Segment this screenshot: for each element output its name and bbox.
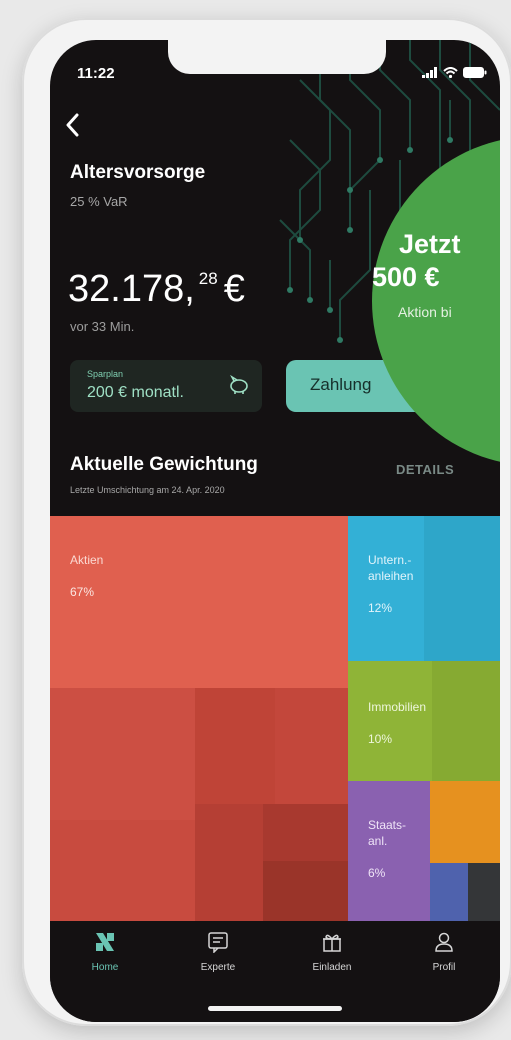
promo-note: Aktion bi [398,304,452,320]
tile-staatsanleihen-name: Staats- anl. [368,818,407,848]
tile-immobilien[interactable]: Immobilien 10% [348,661,500,781]
sparplan-label: Sparplan [87,369,124,379]
tile-immobilien-segment [432,661,500,781]
notch [168,40,386,74]
tile-immobilien-name: Immobilien [368,700,427,714]
tile-staatsanleihen-label: Staats- anl. 6% [368,801,406,881]
status-icons [422,67,487,78]
app-screen: 11:22 Altersvorsorge 25 % VaR 32.178, 28 €… [50,40,500,1022]
allocation-subtitle: Letzte Umschichtung am 24. Apr. 2020 [70,485,225,495]
person-icon [435,932,453,952]
tab-einladen[interactable]: Einladen [292,931,372,973]
battery-icon [463,67,487,78]
piggy-bank-icon [230,375,248,394]
page-title: Altersvorsorge [70,162,206,183]
tile-aktien-segment [50,688,195,820]
wifi-icon [443,67,458,78]
balance-main: 32.178, [68,268,195,310]
tile-aktien-percent: 67% [70,585,95,599]
tile-aktien-segment [263,861,348,921]
tile-other-orange[interactable] [430,781,500,863]
chat-icon [208,932,228,954]
signal-icon [422,67,437,78]
sparplan-value: 200 € monatl. [87,384,184,401]
balance-cents: 28 [198,269,218,288]
promo-headline: Jetzt [399,229,461,259]
balance-currency: € [223,268,245,310]
tile-unternehmensanleihen-percent: 12% [368,601,393,615]
back-chevron-icon[interactable] [62,112,84,138]
tile-unternehmensanleihen-segment [424,516,500,661]
tile-other-blue[interactable] [430,863,468,921]
payment-button-label: Zahlung [310,375,372,394]
tile-aktien-name: Aktien [70,553,104,567]
tile-aktien-segment [195,804,263,921]
tab-profil[interactable]: Profil [404,931,484,973]
tile-staatsanleihen[interactable]: Staats- anl. 6% [348,781,430,921]
promo-amount: 500 € [372,262,440,292]
tile-aktien-label: Aktien 67% [70,536,103,600]
tab-experte[interactable]: Experte [178,931,258,973]
tab-home[interactable]: Home [65,931,145,973]
tile-unternehmensanleihen[interactable]: Untern.- anleihen 12% [348,516,500,661]
tile-aktien-segment [50,820,195,921]
balance-amount: 32.178, 28 € [68,268,245,311]
tab-home-label: Home [91,962,119,973]
home-indicator[interactable] [208,1006,342,1011]
tab-profil-label: Profil [432,962,456,973]
tile-aktien-segment [275,688,348,804]
tile-aktien-segment [195,688,275,804]
sparplan-card[interactable]: Sparplan 200 € monatl. [70,360,262,412]
tile-other-gray[interactable] [468,863,500,921]
tab-experte-label: Experte [200,962,236,973]
logo-icon [96,933,114,951]
tile-immobilien-label: Immobilien 10% [368,683,426,747]
tile-unternehmensanleihen-name: Untern.- anleihen [368,553,414,583]
status-time: 11:22 [77,65,115,82]
allocation-title: Aktuelle Gewichtung [70,454,258,475]
allocation-treemap: Aktien 67% Untern.- anleihen 12% Immobil… [50,516,500,921]
details-button[interactable]: DETAILS [396,462,454,477]
tile-unternehmensanleihen-label: Untern.- anleihen 12% [368,536,413,616]
tile-staatsanleihen-percent: 6% [368,866,386,880]
tile-aktien[interactable]: Aktien 67% [50,516,348,921]
gift-icon [323,934,341,952]
balance-updated: vor 33 Min. [70,319,135,334]
tab-einladen-label: Einladen [312,962,352,973]
tile-immobilien-percent: 10% [368,732,393,746]
risk-subtitle: 25 % VaR [70,194,128,209]
